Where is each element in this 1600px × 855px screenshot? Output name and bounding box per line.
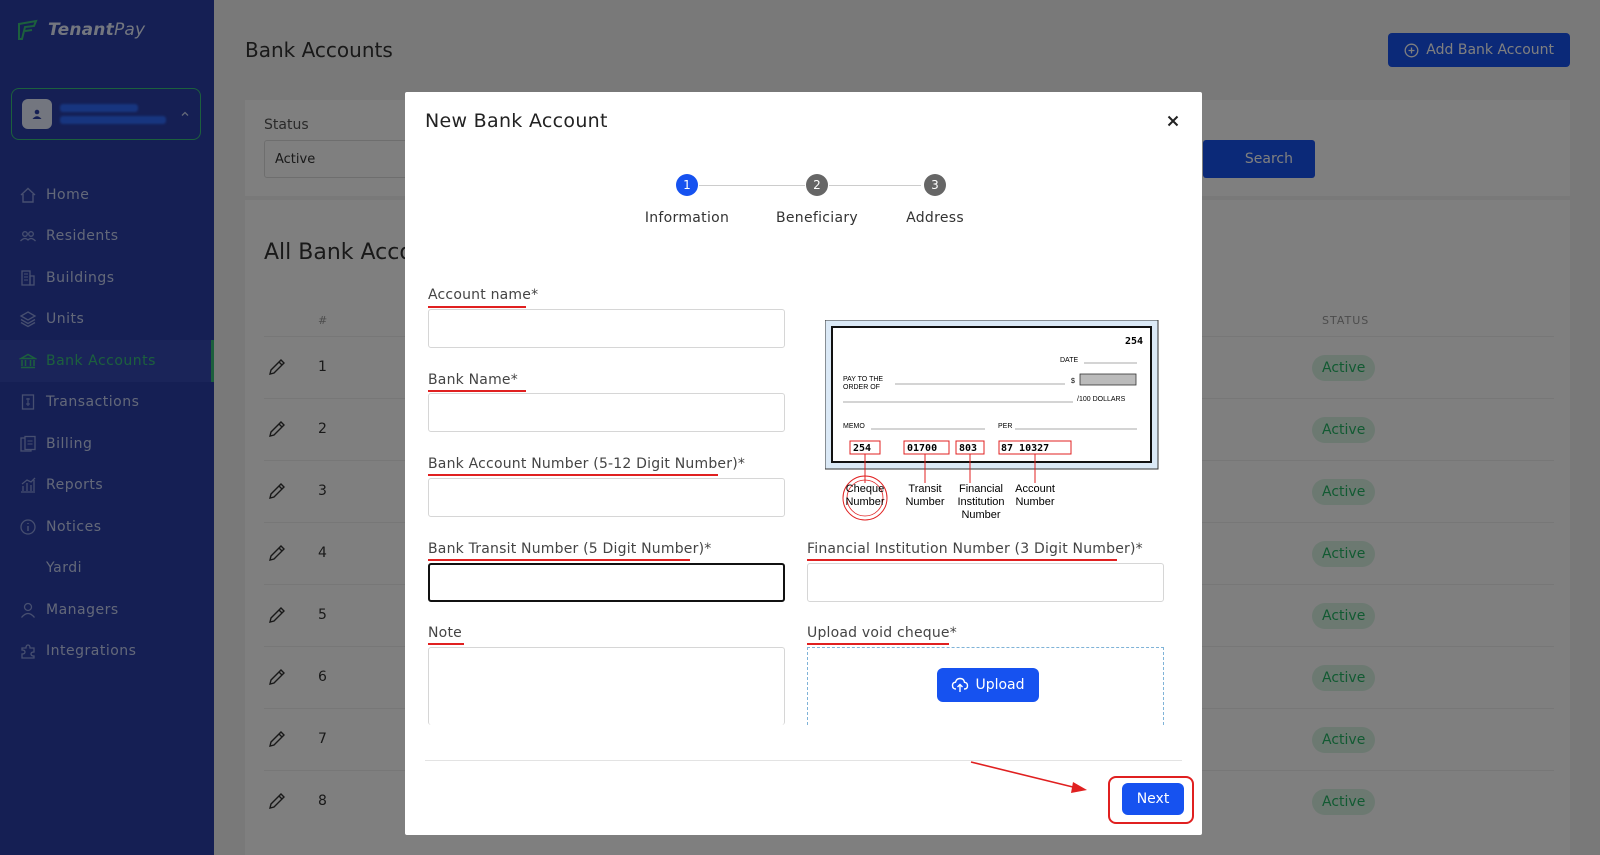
transit-number-input[interactable] [428, 563, 785, 602]
legend-transit-line1: Transit [908, 483, 941, 495]
sample-cheque-image: 254 DATE PAY TO THE ORDER OF $ /100 DOLL… [824, 319, 1165, 534]
annotation-underline [428, 474, 718, 476]
legend-account-line1: Account [1015, 483, 1055, 495]
micr-account-number: 87 10327 [1001, 443, 1049, 454]
micr-institution-number: 803 [959, 443, 977, 454]
account-name-input[interactable] [428, 309, 785, 348]
step-address[interactable]: 3 Address [875, 174, 995, 226]
legend-institution-line2: Institution [957, 496, 1004, 508]
legend-account-line2: Number [1015, 496, 1054, 508]
cheque-dollar-sign: $ [1071, 378, 1075, 385]
new-bank-account-modal: New Bank Account 1 Information 2 Benefic… [405, 92, 1202, 835]
cloud-upload-icon [952, 677, 969, 692]
annotation-underline [428, 390, 526, 392]
modal-title: New Bank Account [425, 110, 608, 132]
legend-transit-line2: Number [905, 496, 944, 508]
cheque-dollars: /100 DOLLARS [1077, 396, 1126, 403]
next-button[interactable]: Next [1122, 783, 1184, 815]
step-number: 3 [924, 174, 946, 196]
step-label: Beneficiary [775, 210, 859, 226]
cheque-number: 254 [1125, 336, 1143, 347]
close-icon[interactable] [1164, 112, 1182, 130]
cheque-memo: MEMO [843, 423, 865, 430]
cheque-order-of: ORDER OF [843, 384, 880, 391]
legend-cheque-line1: Cheque [846, 483, 885, 495]
legend-cheque-line2: Number [845, 496, 884, 508]
micr-transit-number: 01700 [907, 443, 937, 454]
note-label: Note [428, 625, 462, 641]
cheque-pay-to: PAY TO THE [843, 376, 883, 383]
annotation-underline [807, 559, 1117, 561]
step-label: Information [644, 210, 730, 226]
note-textarea[interactable] [428, 647, 785, 725]
micr-cheque-number: 254 [853, 443, 871, 454]
upload-cheque-label: Upload void cheque* [807, 625, 957, 641]
step-number: 1 [676, 174, 698, 196]
cheque-per: PER [998, 423, 1012, 430]
account-number-input[interactable] [428, 478, 785, 517]
annotation-underline [428, 643, 464, 645]
annotation-underline [428, 559, 690, 561]
transit-number-label: Bank Transit Number (5 Digit Number)* [428, 541, 712, 557]
step-number: 2 [806, 174, 828, 196]
step-beneficiary[interactable]: 2 Beneficiary [757, 174, 877, 226]
annotation-underline [428, 306, 526, 308]
institution-number-input[interactable] [807, 563, 1164, 602]
annotation-underline [807, 643, 949, 645]
upload-dropzone[interactable]: Upload [807, 647, 1164, 725]
bank-name-input[interactable] [428, 393, 785, 432]
step-label: Address [906, 210, 964, 226]
step-information[interactable]: 1 Information [627, 174, 747, 226]
account-name-label: Account name* [428, 287, 539, 303]
annotation-arrow [970, 761, 1087, 793]
legend-institution-line3: Number [961, 509, 1000, 521]
upload-button[interactable]: Upload [937, 668, 1039, 702]
institution-number-label: Financial Institution Number (3 Digit Nu… [807, 541, 1143, 557]
legend-institution-line1: Financial [959, 483, 1003, 495]
account-number-label: Bank Account Number (5-12 Digit Number)* [428, 456, 746, 472]
cheque-date: DATE [1060, 357, 1078, 364]
bank-name-label: Bank Name* [428, 372, 518, 388]
